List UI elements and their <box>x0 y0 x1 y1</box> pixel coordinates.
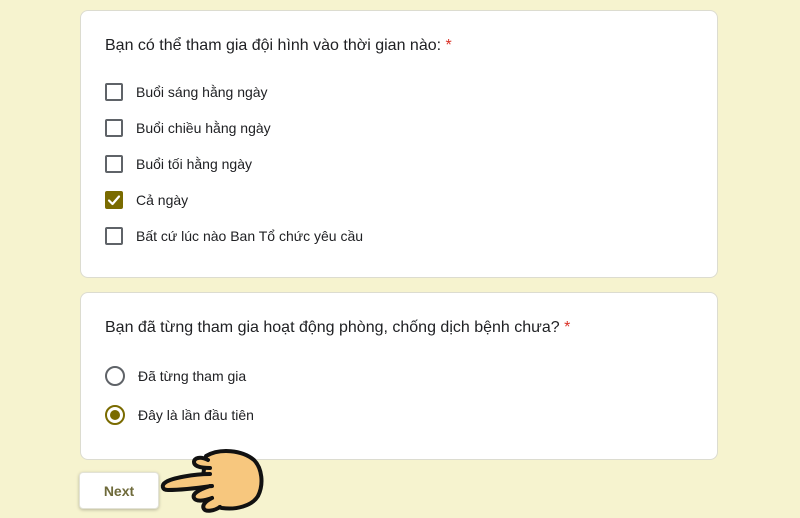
checkbox-option-morning[interactable]: Buổi sáng hằng ngày <box>105 81 268 103</box>
checkbox-option-afternoon[interactable]: Buổi chiều hằng ngày <box>105 117 271 139</box>
question-text: Bạn có thể tham gia đội hình vào thời gi… <box>105 37 442 54</box>
radio-option-first-time[interactable]: Đây là lần đầu tiên <box>105 404 254 426</box>
checkbox-checked[interactable] <box>105 191 123 209</box>
question-title-experience: Bạn đã từng tham gia hoạt động phòng, ch… <box>105 319 570 337</box>
option-label: Bất cứ lúc nào Ban Tổ chức yêu cầu <box>136 228 364 244</box>
option-label: Buổi tối hằng ngày <box>136 156 252 172</box>
question-text: Bạn đã từng tham gia hoạt động phòng, ch… <box>105 319 560 336</box>
checkbox[interactable] <box>105 155 123 173</box>
checkbox[interactable] <box>105 119 123 137</box>
question-title-availability: Bạn có thể tham gia đội hình vào thời gi… <box>105 37 452 55</box>
checkbox-option-evening[interactable]: Buổi tối hằng ngày <box>105 153 252 175</box>
radio-dot <box>110 410 120 420</box>
checkbox-option-anytime[interactable]: Bất cứ lúc nào Ban Tổ chức yêu cầu <box>105 225 363 247</box>
radio-option-participated[interactable]: Đã từng tham gia <box>105 365 246 387</box>
checkmark-icon <box>107 195 121 206</box>
checkbox-option-all-day[interactable]: Cả ngày <box>105 189 188 211</box>
next-button[interactable]: Next <box>79 472 159 509</box>
option-label: Đây là lần đầu tiên <box>138 407 254 423</box>
question-card-experience: Bạn đã từng tham gia hoạt động phòng, ch… <box>80 292 718 460</box>
radio-button[interactable] <box>105 366 125 386</box>
checkbox[interactable] <box>105 227 123 245</box>
radio-button-selected[interactable] <box>105 405 125 425</box>
pointing-hand-icon <box>160 449 264 513</box>
option-label: Buổi sáng hằng ngày <box>136 84 268 100</box>
option-label: Buổi chiều hằng ngày <box>136 120 271 136</box>
question-card-availability: Bạn có thể tham gia đội hình vào thời gi… <box>80 10 718 278</box>
required-asterisk: * <box>564 319 571 336</box>
option-label: Cả ngày <box>136 192 189 208</box>
required-asterisk: * <box>445 37 452 54</box>
checkbox[interactable] <box>105 83 123 101</box>
option-label: Đã từng tham gia <box>138 368 247 384</box>
